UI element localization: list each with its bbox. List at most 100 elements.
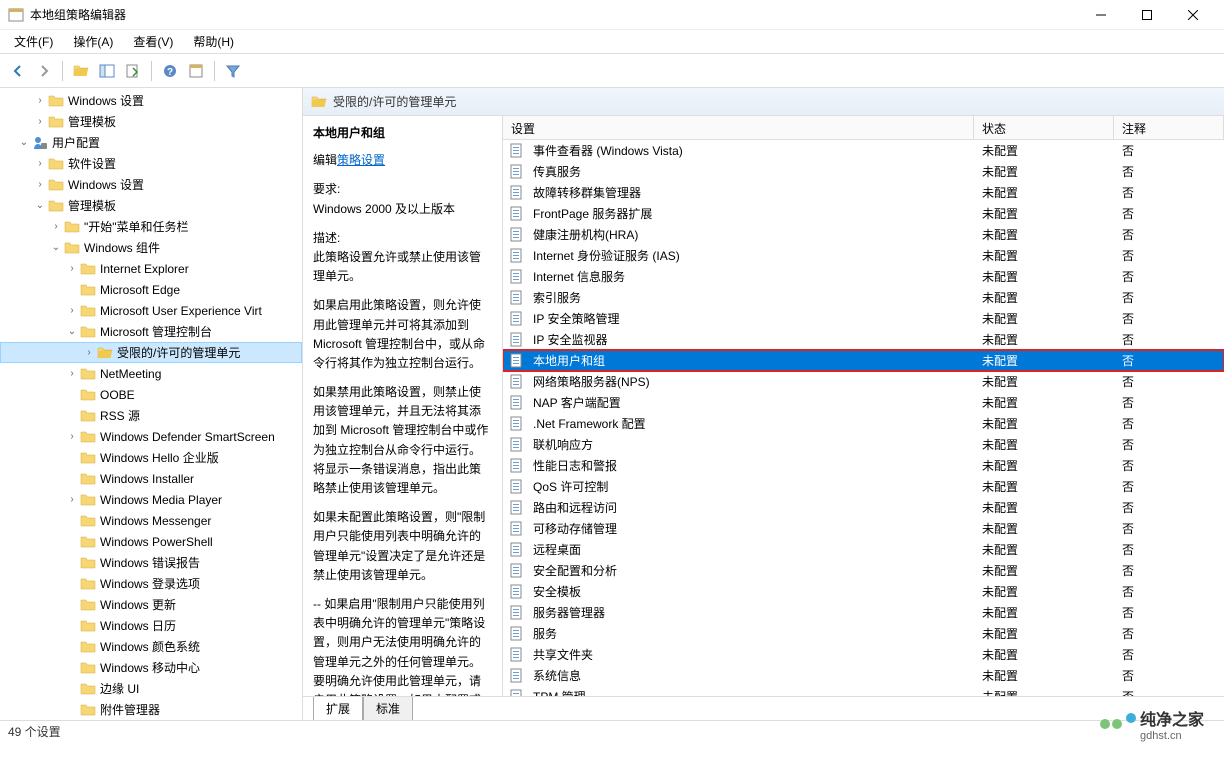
list-row[interactable]: TPM 管理未配置否	[503, 686, 1224, 696]
tree-toggle-icon[interactable]: ⌄	[32, 200, 48, 211]
minimize-button[interactable]	[1078, 0, 1124, 30]
tree-toggle-icon[interactable]: ›	[48, 221, 64, 232]
list-row[interactable]: 可移动存储管理未配置否	[503, 518, 1224, 539]
tree-item[interactable]: ›Windows 设置	[0, 174, 302, 195]
tree-item[interactable]: Windows 颜色系统	[0, 636, 302, 657]
list-row[interactable]: FrontPage 服务器扩展未配置否	[503, 203, 1224, 224]
list-row[interactable]: 安全配置和分析未配置否	[503, 560, 1224, 581]
tree-item[interactable]: ›Windows 设置	[0, 90, 302, 111]
list-row[interactable]: 索引服务未配置否	[503, 287, 1224, 308]
status-text: 49 个设置	[8, 723, 61, 740]
filter-button[interactable]	[221, 59, 245, 83]
list-row[interactable]: Internet 信息服务未配置否	[503, 266, 1224, 287]
tree-toggle-icon[interactable]: ›	[32, 158, 48, 169]
tree-item[interactable]: Windows 错误报告	[0, 552, 302, 573]
tree-toggle-icon[interactable]: ›	[32, 95, 48, 106]
up-button[interactable]	[69, 59, 93, 83]
help-button[interactable]: ?	[158, 59, 182, 83]
close-button[interactable]	[1170, 0, 1216, 30]
list-row[interactable]: 传真服务未配置否	[503, 161, 1224, 182]
list-row[interactable]: 服务未配置否	[503, 623, 1224, 644]
list-row[interactable]: 本地用户和组未配置否	[503, 350, 1224, 371]
tree-item[interactable]: ⌄管理模板	[0, 195, 302, 216]
forward-button[interactable]	[32, 59, 56, 83]
tree-toggle-icon[interactable]: ›	[64, 368, 80, 379]
show-hide-tree-button[interactable]	[95, 59, 119, 83]
tree-item[interactable]: ›软件设置	[0, 153, 302, 174]
tree-item[interactable]: Microsoft Edge	[0, 279, 302, 300]
tree-item[interactable]: 附件管理器	[0, 699, 302, 720]
list-row[interactable]: .Net Framework 配置未配置否	[503, 413, 1224, 434]
list-row[interactable]: 网络策略服务器(NPS)未配置否	[503, 371, 1224, 392]
list-row[interactable]: 性能日志和警报未配置否	[503, 455, 1224, 476]
export-button[interactable]	[121, 59, 145, 83]
tree-toggle-icon[interactable]: ›	[81, 347, 97, 358]
list-row[interactable]: QoS 许可控制未配置否	[503, 476, 1224, 497]
list-row[interactable]: 远程桌面未配置否	[503, 539, 1224, 560]
tree-toggle-icon[interactable]: ›	[32, 179, 48, 190]
tree-toggle-icon[interactable]: ›	[64, 305, 80, 316]
tree-toggle-icon[interactable]: ›	[64, 494, 80, 505]
properties-button[interactable]	[184, 59, 208, 83]
policy-icon	[509, 584, 525, 600]
tree-toggle-icon[interactable]: ›	[32, 116, 48, 127]
list-row[interactable]: 路由和远程访问未配置否	[503, 497, 1224, 518]
cell-setting: TPM 管理	[525, 688, 974, 696]
tree-item[interactable]: 边缘 UI	[0, 678, 302, 699]
edit-policy-link[interactable]: 策略设置	[337, 153, 385, 167]
menu-help[interactable]: 帮助(H)	[183, 30, 244, 53]
list-row[interactable]: 联机响应方未配置否	[503, 434, 1224, 455]
maximize-button[interactable]	[1124, 0, 1170, 30]
menu-file[interactable]: 文件(F)	[4, 30, 63, 53]
list-row[interactable]: Internet 身份验证服务 (IAS)未配置否	[503, 245, 1224, 266]
back-button[interactable]	[6, 59, 30, 83]
list-row[interactable]: IP 安全策略管理未配置否	[503, 308, 1224, 329]
tree-item[interactable]: ⌄ Microsoft 管理控制台	[0, 321, 302, 342]
list-row[interactable]: 故障转移群集管理器未配置否	[503, 182, 1224, 203]
tree-item[interactable]: ›Microsoft User Experience Virt	[0, 300, 302, 321]
tree-toggle-icon[interactable]: ›	[64, 263, 80, 274]
tree-item[interactable]: ›Windows Media Player	[0, 489, 302, 510]
tree-item[interactable]: Windows 更新	[0, 594, 302, 615]
col-note[interactable]: 注释	[1114, 116, 1224, 139]
tree-item[interactable]: ⌄用户配置	[0, 132, 302, 153]
tree-item[interactable]: ›"开始"菜单和任务栏	[0, 216, 302, 237]
list-row[interactable]: 安全模板未配置否	[503, 581, 1224, 602]
tree-item[interactable]: Windows Installer	[0, 468, 302, 489]
tree-item[interactable]: ›NetMeeting	[0, 363, 302, 384]
cell-state: 未配置	[974, 562, 1114, 579]
tree-item[interactable]: Windows 日历	[0, 615, 302, 636]
list-row[interactable]: IP 安全监视器未配置否	[503, 329, 1224, 350]
tree-item[interactable]: Windows 移动中心	[0, 657, 302, 678]
policy-icon	[509, 248, 525, 264]
col-setting[interactable]: 设置	[503, 116, 974, 139]
tree-item[interactable]: Windows PowerShell	[0, 531, 302, 552]
tab-standard[interactable]: 标准	[363, 697, 413, 720]
tree-item-label: Microsoft 管理控制台	[100, 323, 212, 340]
tree-item[interactable]: OOBE	[0, 384, 302, 405]
list-row[interactable]: 共享文件夹未配置否	[503, 644, 1224, 665]
tree-item[interactable]: ›管理模板	[0, 111, 302, 132]
tree-toggle-icon[interactable]: ›	[64, 431, 80, 442]
tree-item[interactable]: ›Internet Explorer	[0, 258, 302, 279]
desc-text-2: 如果启用此策略设置，则允许使用此管理单元并可将其添加到 Microsoft 管理…	[313, 296, 492, 373]
col-state[interactable]: 状态	[974, 116, 1114, 139]
list-row[interactable]: 系统信息未配置否	[503, 665, 1224, 686]
tree-toggle-icon[interactable]: ⌄	[48, 242, 64, 253]
tree-item[interactable]: Windows Hello 企业版	[0, 447, 302, 468]
tab-extended[interactable]: 扩展	[313, 697, 363, 720]
list-row[interactable]: NAP 客户端配置未配置否	[503, 392, 1224, 413]
list-row[interactable]: 服务器管理器未配置否	[503, 602, 1224, 623]
list-row[interactable]: 健康注册机构(HRA)未配置否	[503, 224, 1224, 245]
tree-item[interactable]: Windows Messenger	[0, 510, 302, 531]
tree-item[interactable]: RSS 源	[0, 405, 302, 426]
menu-view[interactable]: 查看(V)	[123, 30, 183, 53]
tree-toggle-icon[interactable]: ⌄	[64, 326, 80, 337]
list-row[interactable]: 事件查看器 (Windows Vista)未配置否	[503, 140, 1224, 161]
tree-item[interactable]: Windows 登录选项	[0, 573, 302, 594]
tree-item[interactable]: ›受限的/许可的管理单元	[0, 342, 302, 363]
menu-action[interactable]: 操作(A)	[63, 30, 123, 53]
tree-item[interactable]: ⌄Windows 组件	[0, 237, 302, 258]
tree-item[interactable]: ›Windows Defender SmartScreen	[0, 426, 302, 447]
tree-toggle-icon[interactable]: ⌄	[16, 137, 32, 148]
